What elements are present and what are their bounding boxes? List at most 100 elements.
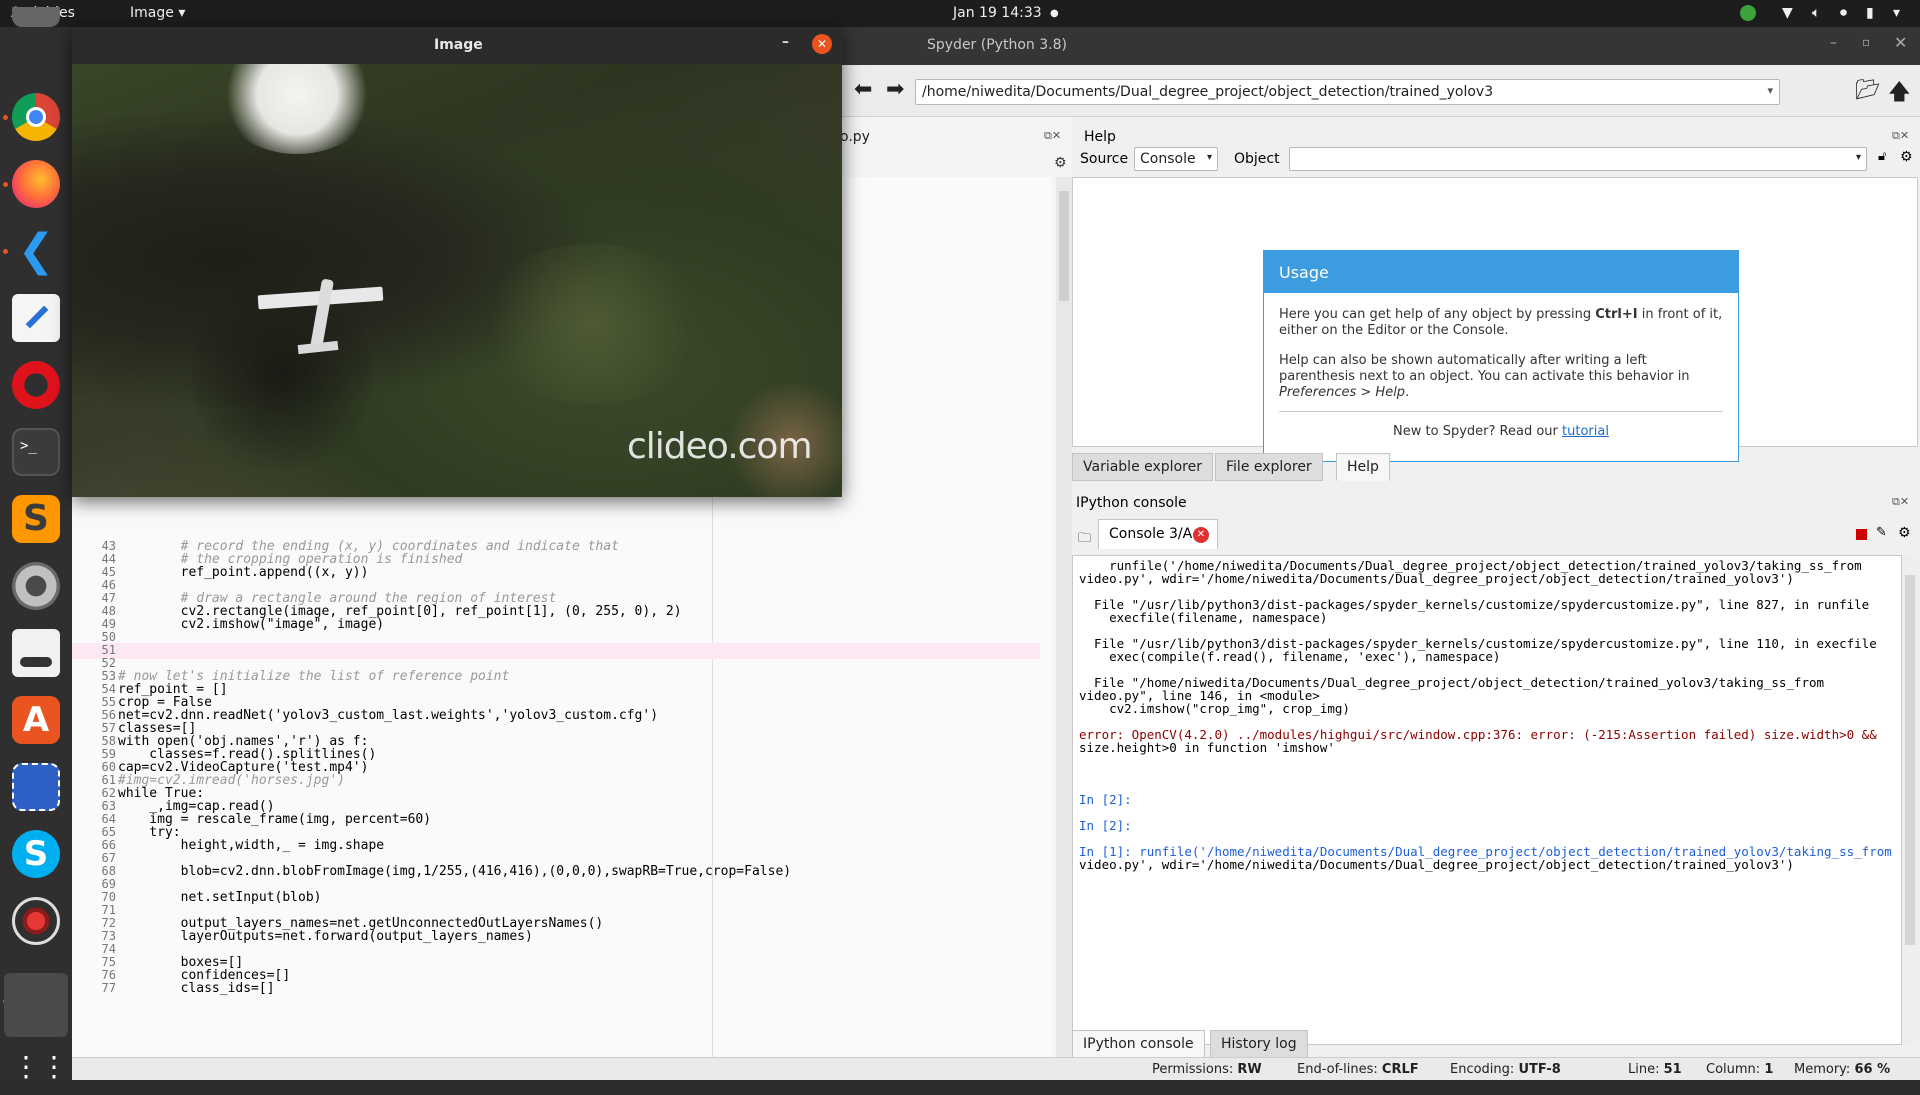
console-line: execfile(filename, namespace) <box>1079 610 1328 625</box>
editor-file-tab[interactable]: o.py <box>840 129 870 145</box>
line-number: 45 <box>101 565 116 579</box>
line-number: 66 <box>101 838 116 852</box>
lock-icon[interactable]: 🔓︎ <box>1878 149 1886 164</box>
pane-undock-icon[interactable]: ⧉✕ <box>1892 495 1909 509</box>
notification-dot-icon: ● <box>1050 8 1059 19</box>
line-number: 56 <box>101 708 116 722</box>
close-icon[interactable]: ✕ <box>1894 33 1907 52</box>
line-number: 58 <box>101 734 116 748</box>
object-label: Object <box>1234 151 1280 167</box>
minimize-icon[interactable]: – <box>782 34 789 50</box>
cloud-shape <box>217 64 377 154</box>
watermark: clideo.com <box>627 426 813 467</box>
usage-paragraph-2: Help can also be shown automatically aft… <box>1279 353 1690 400</box>
tab-help[interactable]: Help <box>1336 453 1390 481</box>
permissions-status: Permissions: RW <box>1152 1062 1262 1077</box>
browse-folder-icon[interactable]: 📂︎ <box>1855 77 1880 101</box>
forward-arrow-icon[interactable]: ➡ <box>886 77 904 102</box>
console-output[interactable]: runfile('/home/niwedita/Documents/Dual_d… <box>1072 555 1902 1045</box>
line-number: 55 <box>101 695 116 709</box>
vscode-icon[interactable]: ❮ <box>12 227 60 275</box>
usage-paragraph-1: Here you can get help of any object by p… <box>1279 307 1723 338</box>
system-menu-icon[interactable]: ▾ <box>1893 5 1900 21</box>
console-line: In [2]: <box>1079 818 1132 833</box>
console-title: IPython console <box>1076 495 1187 511</box>
firefox-icon[interactable] <box>12 160 60 208</box>
tab-ipython-console[interactable]: IPython console <box>1072 1030 1205 1058</box>
text-editor-icon[interactable] <box>12 294 60 342</box>
screenshot-icon[interactable] <box>12 763 60 811</box>
clock[interactable]: Jan 19 14:33 <box>953 5 1042 21</box>
battery-icon[interactable]: ▮ <box>1866 5 1874 21</box>
clear-icon[interactable]: ✎ <box>1876 525 1887 540</box>
line-number: 72 <box>101 916 116 930</box>
skype-icon[interactable]: S <box>12 830 60 878</box>
stop-icon[interactable] <box>1856 529 1867 540</box>
chevron-down-icon: ▾ <box>1855 152 1861 163</box>
volume-icon[interactable]: 🔈︎ <box>1812 5 1820 21</box>
back-arrow-icon[interactable]: ⬅ <box>854 77 872 102</box>
settings-icon[interactable] <box>12 562 60 610</box>
app-menu[interactable]: Image ▾ <box>130 5 185 21</box>
line-number: 50 <box>101 630 116 644</box>
spyder-icon[interactable] <box>12 897 60 945</box>
wifi-icon[interactable]: ▼ <box>1782 5 1793 21</box>
folder-icon[interactable]: 🗀︎ <box>1078 529 1091 551</box>
object-combo[interactable]: ▾ <box>1289 147 1867 171</box>
status-bar: Permissions: RW End-of-lines: CRLF Encod… <box>72 1057 1920 1080</box>
chrome-icon[interactable] <box>12 93 60 141</box>
airplane-shape <box>257 278 388 369</box>
tab-file-explorer[interactable]: File explorer <box>1215 453 1323 481</box>
active-window-icon[interactable] <box>4 973 68 1037</box>
parent-directory-icon[interactable]: 🡅 <box>1888 75 1911 113</box>
pane-undock-icon[interactable]: ⧉✕ <box>1044 129 1061 143</box>
image-window-titlebar[interactable]: Image – ✕ <box>72 27 842 64</box>
line-number: 71 <box>101 903 116 917</box>
document-viewer-icon[interactable] <box>12 629 60 677</box>
app-grid-icon[interactable]: ⋮⋮⋮ <box>12 1047 96 1095</box>
terminal-icon[interactable]: >_ <box>12 428 60 476</box>
tutorial-link[interactable]: tutorial <box>1562 424 1609 439</box>
console-line: video.py', wdir='/home/niwedita/Document… <box>1079 571 1794 586</box>
app-icon-partial[interactable] <box>12 7 60 27</box>
minimize-icon[interactable]: – <box>1830 35 1837 51</box>
eol-status: End-of-lines: CRLF <box>1297 1062 1419 1077</box>
opera-icon[interactable] <box>12 361 60 409</box>
window-title: Spyder (Python 3.8) <box>927 37 1067 53</box>
gear-icon[interactable]: ⚙ <box>1900 149 1913 165</box>
editor-scrollbar[interactable] <box>1056 177 1072 1080</box>
gear-icon[interactable]: ⚙ <box>1898 525 1911 541</box>
line-number: 73 <box>101 929 116 943</box>
line-number: 46 <box>101 578 116 592</box>
image-window[interactable]: Image – ✕ clideo.com <box>72 27 842 497</box>
line-number: 77 <box>101 981 116 995</box>
tab-history-log[interactable]: History log <box>1210 1030 1308 1058</box>
software-center-icon[interactable]: A <box>12 696 60 744</box>
line-number: 44 <box>101 552 116 566</box>
console-scrollbar[interactable] <box>1902 555 1918 1045</box>
line-number: 43 <box>101 539 116 553</box>
line-number: 63 <box>101 799 116 813</box>
pane-undock-icon[interactable]: ⧉✕ <box>1892 129 1909 143</box>
code-text: class_ids=[] <box>118 981 275 996</box>
line-number: 65 <box>101 825 116 839</box>
line-number: 75 <box>101 955 116 969</box>
sublime-text-icon[interactable]: S <box>12 495 60 543</box>
microphone-icon[interactable]: ⏺ <box>1840 5 1847 21</box>
top-bar: Activities Image ▾ Jan 19 14:33 ● ▼ 🔈︎ ⏺… <box>0 0 1920 27</box>
code-line: 77 class_ids=[] <box>72 981 1040 997</box>
tab-variable-explorer[interactable]: Variable explorer <box>1072 453 1213 481</box>
update-icon[interactable] <box>1740 5 1756 21</box>
working-directory-combo[interactable]: /home/niwedita/Documents/Dual_degree_pro… <box>915 79 1780 105</box>
line-number: 69 <box>101 877 116 891</box>
line-number: 64 <box>101 812 116 826</box>
console-tab[interactable]: Console 3/A ✕ <box>1098 519 1218 549</box>
dock: ❮ >_ S A S ⋮⋮⋮ <box>0 7 96 1083</box>
gear-icon[interactable]: ⚙ <box>1054 155 1067 171</box>
line-number: 70 <box>101 890 116 904</box>
maximize-icon[interactable]: ▫ <box>1862 35 1870 49</box>
close-tab-icon[interactable]: ✕ <box>1193 527 1209 543</box>
source-combo[interactable]: Console ▾ <box>1134 147 1218 171</box>
chevron-down-icon[interactable]: ▾ <box>1767 84 1773 97</box>
close-icon[interactable]: ✕ <box>812 34 832 54</box>
